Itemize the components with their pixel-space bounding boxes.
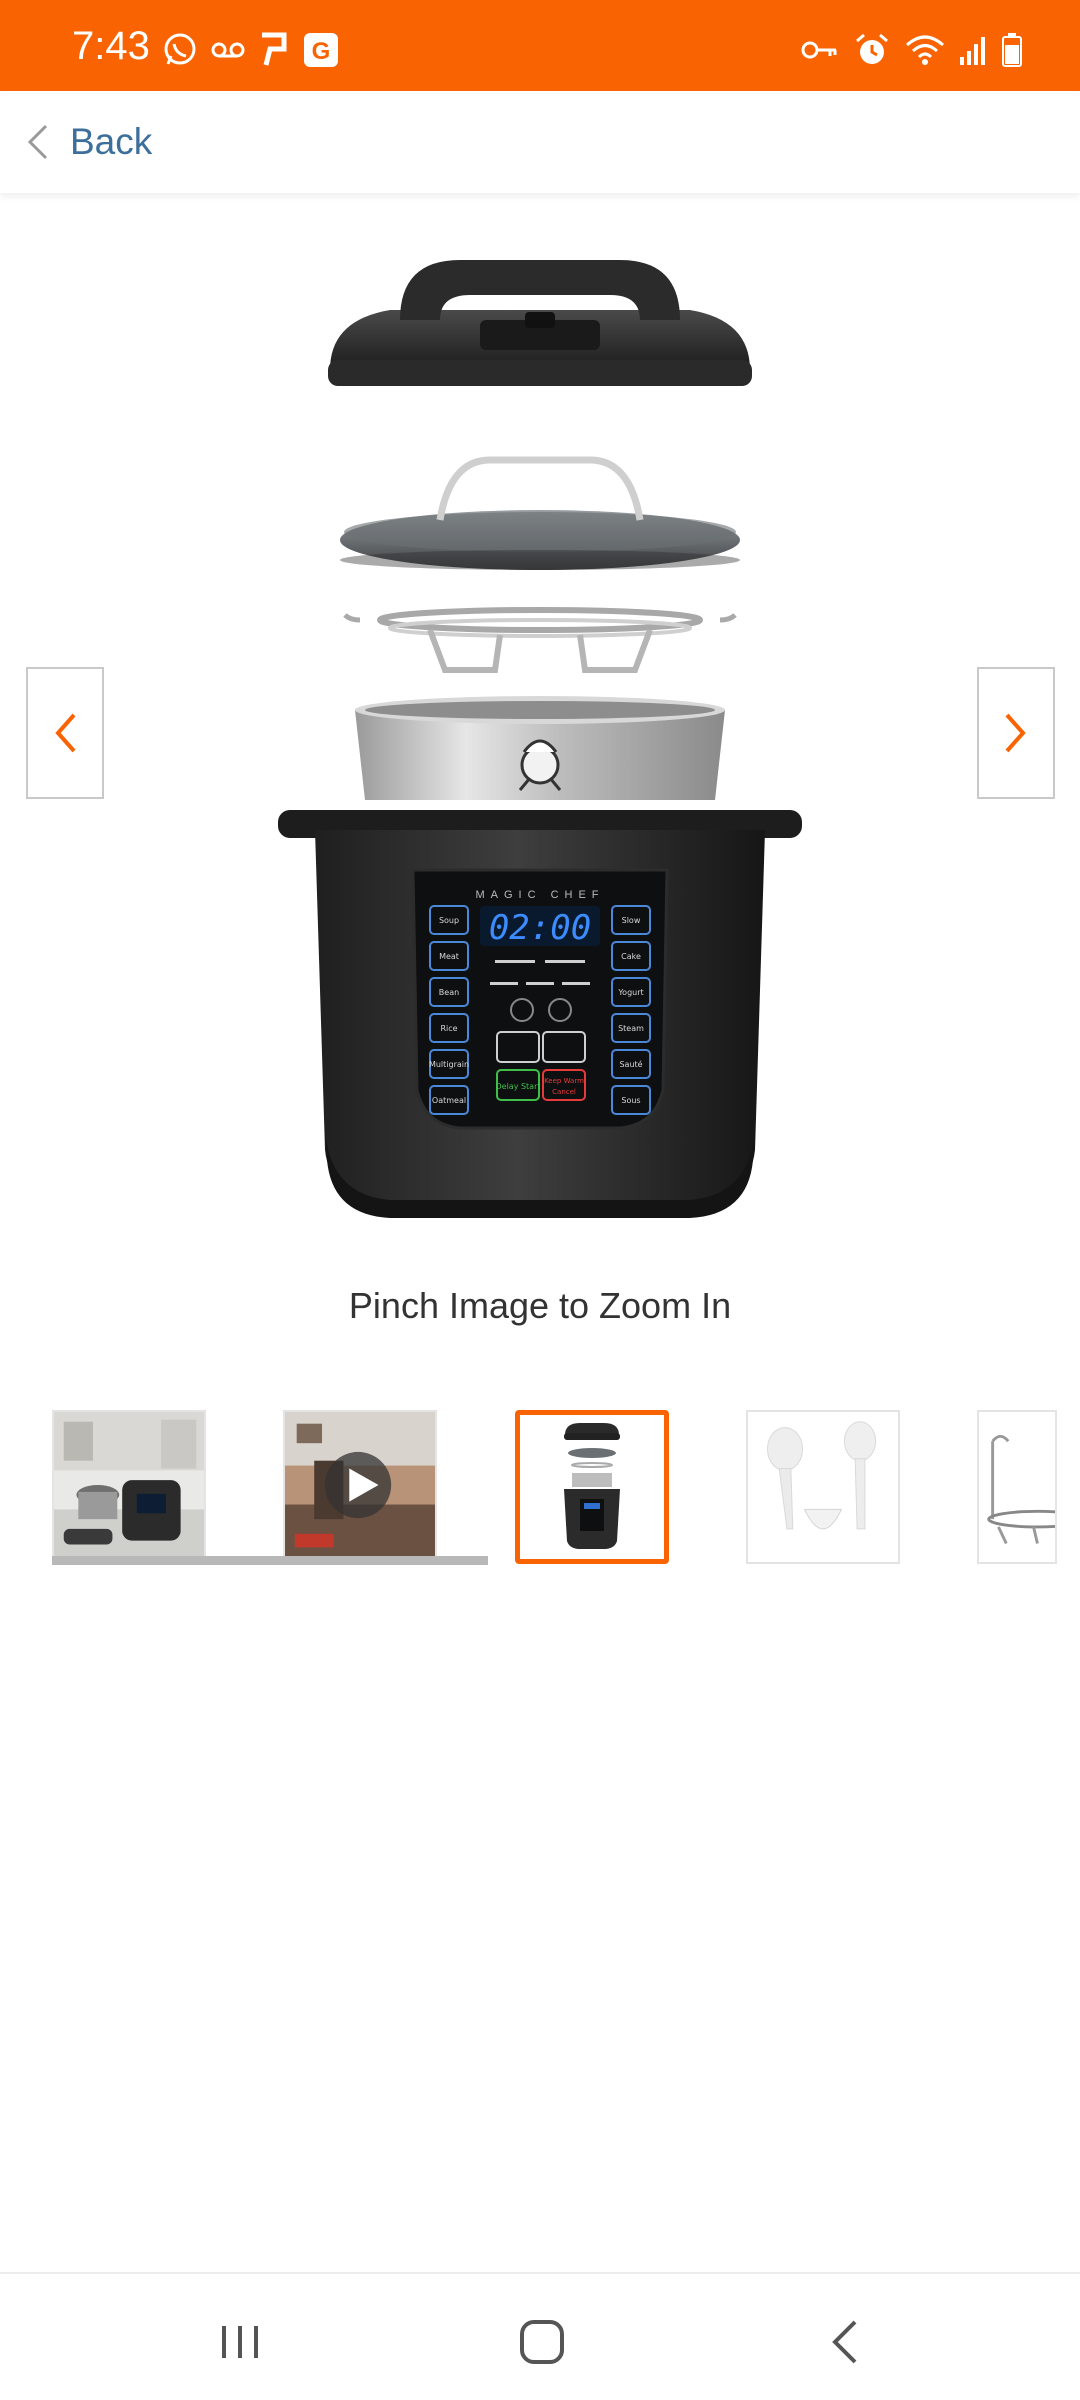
svg-text:Soup: Soup bbox=[439, 916, 459, 925]
system-nav-bar bbox=[0, 2272, 1080, 2400]
home-icon[interactable] bbox=[512, 2312, 572, 2372]
thumb-kitchen-scene[interactable] bbox=[52, 1410, 206, 1564]
svg-text:Yogurt: Yogurt bbox=[617, 988, 643, 997]
back-icon[interactable] bbox=[815, 2312, 875, 2372]
svg-text:Sous: Sous bbox=[621, 1096, 640, 1105]
gallery-prev-button[interactable] bbox=[26, 667, 104, 799]
svg-text:Oatmeal: Oatmeal bbox=[432, 1096, 466, 1105]
brand-label: MAGIC CHEF bbox=[475, 889, 604, 901]
alarm-icon bbox=[854, 32, 890, 68]
chevron-left-icon bbox=[52, 711, 78, 755]
steam-rack bbox=[343, 607, 737, 673]
inner-pot bbox=[355, 696, 725, 800]
app-bar: Back bbox=[0, 91, 1080, 193]
svg-text:Delay Start: Delay Start bbox=[495, 1082, 540, 1091]
gallery-next-button[interactable] bbox=[977, 667, 1055, 799]
thumb-utensils[interactable] bbox=[746, 1410, 900, 1564]
svg-text:Bean: Bean bbox=[439, 988, 459, 997]
svg-text:Cancel: Cancel bbox=[552, 1088, 576, 1096]
product-image[interactable]: MAGIC CHEF 02:00 Soup Meat Bean Rice Mul… bbox=[250, 230, 830, 1220]
pressure-lid bbox=[328, 260, 752, 386]
thumb-steam-rack[interactable] bbox=[977, 1410, 1057, 1564]
voicemail-icon bbox=[210, 38, 246, 62]
panel-display: 02:00 bbox=[489, 908, 591, 948]
recents-icon[interactable] bbox=[210, 2312, 270, 2372]
status-time: 7:43 bbox=[72, 24, 150, 68]
svg-text:Rice: Rice bbox=[440, 1024, 457, 1033]
svg-text:Sauté: Sauté bbox=[619, 1059, 642, 1069]
cooker-body: MAGIC CHEF 02:00 Soup Meat Bean Rice Mul… bbox=[278, 810, 802, 1218]
whatsapp-icon bbox=[162, 32, 198, 68]
back-button[interactable]: Back bbox=[26, 109, 152, 175]
thumbnail-strip[interactable] bbox=[0, 1410, 1080, 1570]
video-progress-bar bbox=[52, 1556, 488, 1565]
svg-text:Cake: Cake bbox=[621, 952, 641, 961]
svg-text:Keep Warm: Keep Warm bbox=[544, 1077, 584, 1085]
svg-text:Meat: Meat bbox=[439, 952, 459, 961]
g-app-icon: G bbox=[302, 31, 340, 69]
svg-text:Multigrain: Multigrain bbox=[429, 1060, 469, 1069]
status-bar: 7:43 G bbox=[0, 0, 1080, 91]
chevron-right-icon bbox=[1003, 711, 1029, 755]
svg-text:Steam: Steam bbox=[618, 1024, 644, 1033]
svg-text:G: G bbox=[312, 38, 331, 65]
vpn-key-icon bbox=[800, 38, 840, 62]
svg-text:Slow: Slow bbox=[622, 916, 641, 925]
signal-icon bbox=[960, 35, 988, 65]
battery-icon bbox=[1002, 33, 1022, 67]
thumb-video[interactable] bbox=[283, 1410, 437, 1564]
status-right-icons bbox=[800, 30, 1022, 70]
wifi-icon bbox=[904, 33, 946, 67]
chevron-left-icon bbox=[26, 122, 50, 162]
glass-lid bbox=[340, 456, 740, 570]
back-label: Back bbox=[70, 121, 153, 162]
p-app-icon bbox=[258, 31, 290, 69]
zoom-hint: Pinch Image to Zoom In bbox=[348, 1285, 732, 1326]
status-left-icons: G bbox=[162, 30, 340, 70]
thumb-exploded-cooker[interactable] bbox=[515, 1410, 669, 1564]
